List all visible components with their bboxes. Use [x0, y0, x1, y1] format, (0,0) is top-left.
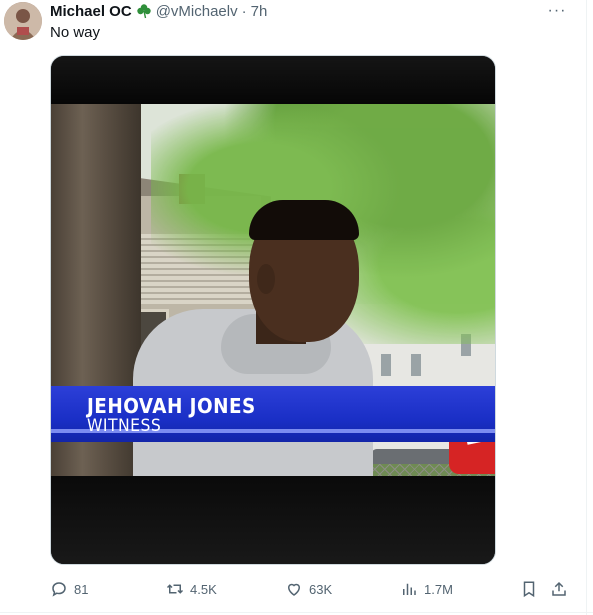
lower-third-title: WITNESS	[87, 416, 162, 436]
tv-bezel-top	[51, 56, 495, 104]
tweet[interactable]: Michael OC @vMichaelv · 7h ··· No way JE…	[0, 0, 593, 615]
tweet-text: No way	[50, 24, 101, 41]
reply-icon	[52, 582, 66, 597]
retweet-icon	[166, 584, 184, 594]
tv-bezel-bottom	[51, 476, 495, 564]
lower-third-name: JEHOVAH JONES	[87, 394, 256, 418]
avatar[interactable]	[4, 2, 42, 40]
person-hair	[249, 200, 359, 240]
shamrock-icon	[136, 4, 151, 19]
retweet-count: 4.5K	[190, 581, 217, 597]
reply-count: 81	[74, 581, 89, 597]
bookmark-button[interactable]	[520, 578, 538, 600]
news-broadcast-scene: 19	[51, 104, 495, 522]
views-icon	[403, 583, 416, 595]
timestamp[interactable]: 7h	[251, 3, 268, 20]
separator-dot: ·	[241, 2, 247, 20]
share-icon	[552, 581, 566, 596]
reply-button[interactable]: 81	[50, 578, 88, 600]
more-icon: ···	[547, 2, 567, 19]
tweet-media-photo[interactable]: 19 JEHOVAH JONES WITNESS	[50, 55, 496, 565]
more-options-button[interactable]: ···	[545, 2, 569, 20]
person-ear	[257, 264, 275, 294]
display-name[interactable]: Michael OC	[50, 3, 132, 20]
timeline-border	[586, 0, 587, 615]
like-button[interactable]: 63K	[285, 578, 332, 600]
tree-trunk	[51, 104, 141, 522]
tweet-action-bar: 81 4.5K 63K 1.7M	[50, 578, 570, 600]
user-handle[interactable]: @vMichaelv	[156, 3, 238, 20]
bookmark-icon	[523, 581, 535, 598]
tweet-header: Michael OC @vMichaelv · 7h	[50, 2, 267, 20]
like-icon	[287, 583, 301, 596]
views-button[interactable]: 1.7M	[400, 578, 453, 600]
like-count: 63K	[309, 581, 333, 597]
building-window	[381, 354, 391, 376]
building-window	[411, 354, 421, 376]
share-button[interactable]	[550, 578, 568, 600]
tweet-divider	[0, 612, 593, 613]
view-count: 1.7M	[424, 581, 453, 597]
retweet-button[interactable]: 4.5K	[166, 578, 217, 600]
